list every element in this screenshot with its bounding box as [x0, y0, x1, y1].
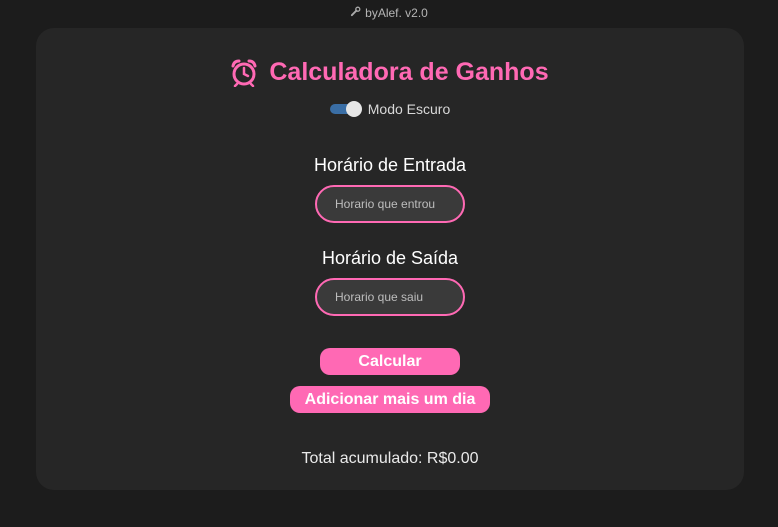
- wrench-icon: [350, 6, 361, 20]
- entry-time-label: Horário de Entrada: [313, 155, 467, 175]
- page-title-text: Calculadora de Ganhos: [269, 58, 549, 86]
- calculate-button[interactable]: Calcular: [320, 348, 460, 375]
- total-accumulated: Total acumulado: R$0.00: [301, 450, 479, 467]
- entry-time-input[interactable]: [315, 185, 465, 223]
- page-title: Calculadora de Ganhos: [36, 58, 744, 87]
- add-day-button[interactable]: Adicionar mais um dia: [290, 386, 490, 413]
- alarm-clock-icon: [231, 59, 257, 87]
- calculator-card: Calculadora de Ganhos Modo Escuro Horári…: [36, 28, 744, 490]
- byline-text: byAlef. v2.0: [365, 6, 428, 20]
- exit-time-input[interactable]: [315, 278, 465, 316]
- dark-mode-row: Modo Escuro: [36, 101, 744, 117]
- toggle-knob: [345, 101, 362, 117]
- exit-time-label: Horário de Saída: [321, 248, 459, 268]
- dark-mode-toggle[interactable]: [329, 101, 362, 117]
- byline: byAlef. v2.0: [0, 6, 778, 20]
- dark-mode-label: Modo Escuro: [367, 101, 451, 117]
